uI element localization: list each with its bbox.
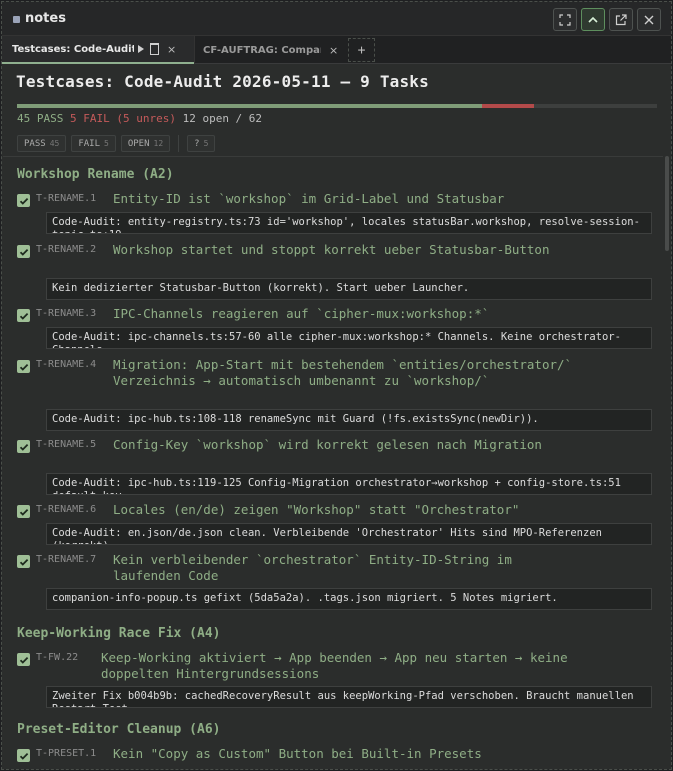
filter-bar: PASS 45 FAIL 5 OPEN 12 ? 5	[17, 135, 216, 153]
filter-count: 5	[203, 139, 209, 148]
expand-icon	[559, 13, 571, 26]
test-id: T-RENAME.7	[36, 554, 97, 565]
test-title: Keep-Working aktiviert → App beenden → A…	[101, 650, 568, 681]
progress-summary: 45 PASS 5 FAIL (5 unres) 12 open / 62	[17, 112, 262, 125]
section-heading: Workshop Rename (A2)	[17, 167, 174, 182]
section-heading: Preset-Editor Cleanup (A6)	[17, 722, 221, 737]
notes-window: notes Testcases: Code-Audit … × CF-AUFTR…	[1, 1, 672, 770]
test-title: Kein verbleibender `orchestrator` Entity…	[113, 552, 512, 583]
summary-pass: 45 PASS	[17, 112, 64, 125]
add-tab-button[interactable]: +	[348, 38, 375, 62]
test-note: Code-Audit: ipc-hub.ts:119-125 Config-Mi…	[46, 473, 652, 495]
filter-count: 12	[153, 139, 164, 148]
document-view: Testcases: Code-Audit 2026-05-11 — 9 Tas…	[2, 64, 671, 769]
tab-testcases[interactable]: Testcases: Code-Audit … ×	[2, 36, 194, 64]
close-icon	[644, 15, 654, 24]
collapse-button[interactable]	[581, 8, 605, 31]
test-note: Zweiter Fix b004b9b: cachedRecoveryResul…	[46, 686, 652, 708]
test-note: Code-Audit: en.json/de.json clean. Verbl…	[46, 523, 652, 545]
test-title: Workshop startet und stoppt korrekt uebe…	[113, 242, 550, 257]
filter-label: PASS	[24, 138, 46, 149]
filter-unresolved-button[interactable]: ? 5	[187, 135, 216, 152]
checkbox-checked-icon[interactable]	[17, 749, 30, 762]
testcase-list[interactable]: Workshop Rename (A2) T-RENAME.1 Entity-I…	[3, 156, 663, 769]
section-heading: Keep-Working Race Fix (A4)	[17, 626, 221, 641]
summary-rest: 12 open / 62	[182, 112, 263, 125]
window-title: notes	[25, 11, 66, 26]
chevron-up-icon	[588, 16, 598, 23]
test-title: Entity-ID ist `workshop` im Grid-Label u…	[113, 191, 505, 206]
pin-icon[interactable]	[150, 43, 159, 55]
test-note: Kein dedizierter Statusbar-Button (korre…	[46, 278, 652, 300]
checkbox-checked-icon[interactable]	[17, 653, 30, 666]
tab-close-button[interactable]: ×	[167, 43, 176, 56]
checkbox-checked-icon[interactable]	[17, 440, 30, 453]
test-title: Migration: App-Start mit bestehendem `en…	[113, 357, 573, 388]
test-id: T-RENAME.1	[36, 193, 97, 204]
checkbox-checked-icon[interactable]	[17, 555, 30, 568]
test-id: T-RENAME.3	[36, 308, 97, 319]
popout-button[interactable]	[609, 8, 633, 31]
page-title: Testcases: Code-Audit 2026-05-11 — 9 Tas…	[16, 72, 429, 91]
progress-fail-segment	[482, 104, 534, 108]
filter-label: OPEN	[127, 138, 150, 149]
list-scrollbar[interactable]	[665, 156, 669, 251]
fullscreen-button[interactable]	[553, 8, 577, 31]
progress-pass-segment	[17, 104, 482, 108]
tab-bar: Testcases: Code-Audit … × CF-AUFTRAG: Co…	[2, 36, 671, 64]
filter-pass-button[interactable]: PASS 45	[17, 135, 67, 152]
filter-label: ?	[194, 138, 200, 149]
test-id: T-RENAME.6	[36, 504, 97, 515]
test-id: T-RENAME.4	[36, 359, 97, 370]
test-note: Code-Audit: ipc-hub.ts:108-118 renameSyn…	[46, 409, 652, 431]
filter-label: FAIL	[78, 138, 101, 149]
close-window-button[interactable]	[637, 8, 661, 31]
notes-square-icon	[13, 16, 20, 23]
checkbox-checked-icon[interactable]	[17, 194, 30, 207]
test-title: Locales (en/de) zeigen "Workshop" statt …	[113, 502, 520, 517]
test-id: T-PRESET.1	[36, 748, 97, 759]
test-note: companion-info-popup.ts gefixt (5da5a2a)…	[46, 588, 652, 610]
test-id: T-RENAME.5	[36, 439, 97, 450]
summary-fail: 5 FAIL (5 unres)	[69, 112, 176, 125]
test-note: Code-Audit: entity-registry.ts:73 id='wo…	[46, 212, 652, 234]
filter-count: 5	[104, 139, 109, 148]
test-title: Kein "Copy as Custom" Button bei Built-i…	[113, 746, 482, 761]
tab-close-button[interactable]: ×	[329, 44, 338, 57]
test-note: Code-Audit: ipc-channels.ts:57-60 alle c…	[46, 327, 652, 349]
filter-open-button[interactable]: OPEN 12	[120, 135, 171, 152]
checkbox-checked-icon[interactable]	[17, 505, 30, 518]
filter-fail-button[interactable]: FAIL 5	[71, 135, 116, 152]
checkbox-checked-icon[interactable]	[17, 245, 30, 258]
tab-label: CF-AUFTRAG: Compani…	[203, 44, 321, 56]
filter-count: 45	[49, 139, 60, 148]
tab-cf-auftrag[interactable]: CF-AUFTRAG: Compani… ×	[194, 36, 342, 64]
test-title: IPC-Channels reagieren auf `cipher-mux:w…	[113, 306, 490, 321]
play-icon[interactable]	[138, 45, 144, 53]
progress-bar	[17, 104, 657, 108]
test-id: T-RENAME.2	[36, 244, 97, 255]
test-id: T-FW.22	[36, 652, 79, 663]
checkbox-checked-icon[interactable]	[17, 309, 30, 322]
external-link-icon	[615, 13, 627, 25]
title-bar: notes	[2, 2, 671, 36]
filter-divider	[178, 135, 180, 152]
test-title: Config-Key `workshop` wird korrekt geles…	[113, 437, 542, 452]
tab-label: Testcases: Code-Audit …	[12, 43, 134, 55]
checkbox-checked-icon[interactable]	[17, 360, 30, 373]
